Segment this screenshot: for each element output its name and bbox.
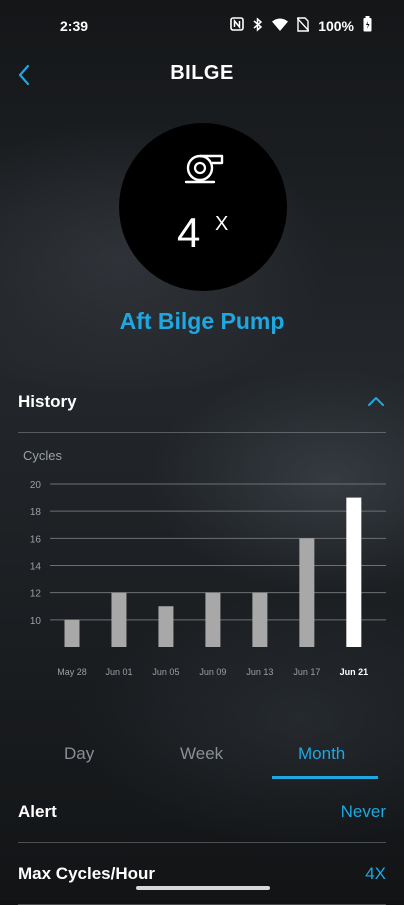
y-tick-label: 18: [30, 507, 42, 518]
gesture-nav-bar[interactable]: [136, 886, 270, 890]
x-tick-label: Jun 01: [105, 667, 132, 677]
x-tick-label: Jun 05: [152, 667, 179, 677]
period-tabs: Day Week Month: [18, 738, 386, 782]
max-cycles-value[interactable]: 4X: [365, 864, 386, 884]
active-tab-indicator: [272, 776, 378, 779]
cycle-counter: 4 X: [119, 123, 287, 291]
alert-setting-row[interactable]: Alert Never: [18, 798, 386, 843]
history-chart-svg: Cycles 10 12 14 16 18 20 May 28 Jun 01 Jun 05 Ju…: [23, 448, 386, 677]
bluetooth-icon: [253, 16, 263, 35]
x-tick-label: Jun 21: [340, 667, 369, 677]
tab-day[interactable]: Day: [64, 744, 94, 764]
y-axis-label: Cycles: [23, 448, 63, 463]
bar-may-28[interactable]: [64, 619, 80, 647]
history-title: History: [18, 392, 77, 411]
y-tick-label: 10: [30, 616, 42, 627]
x-tick-label: May 28: [57, 667, 87, 677]
nfc-icon: [230, 17, 244, 34]
chevron-up-icon[interactable]: [366, 392, 386, 417]
cycle-count-suffix: X: [215, 213, 229, 235]
battery-percent: 100%: [318, 17, 354, 34]
bar-jun-09[interactable]: [205, 592, 221, 647]
wifi-icon: [272, 18, 289, 34]
bar-jun-01[interactable]: [111, 592, 127, 647]
bar-jun-21[interactable]: [346, 497, 362, 647]
x-tick-label: Jun 13: [246, 667, 273, 677]
alert-label: Alert: [18, 802, 57, 821]
tab-month[interactable]: Month: [298, 744, 345, 764]
y-tick-label: 14: [30, 562, 42, 573]
y-tick-label: 20: [30, 480, 42, 491]
device-name: Aft Bilge Pump: [119, 308, 285, 334]
top-bar: BILGE: [0, 52, 404, 98]
battery-charging-icon: [363, 16, 372, 35]
status-bar: 2:39 100%: [0, 0, 404, 52]
chart-x-ticks: May 28 Jun 01 Jun 05 Jun 09 Jun 13 Jun 17 Jun …: [57, 667, 368, 677]
max-cycles-label: Max Cycles/Hour: [18, 864, 155, 883]
history-section-header[interactable]: History: [18, 386, 386, 433]
chart-bars: [64, 497, 362, 647]
status-time: 2:39: [60, 18, 89, 34]
status-icons: 100%: [230, 16, 372, 35]
bar-jun-05[interactable]: [158, 606, 174, 647]
cycle-count-value: 4: [177, 209, 201, 256]
no-sim-icon: [296, 16, 310, 35]
alert-value[interactable]: Never: [341, 802, 386, 822]
bar-jun-17[interactable]: [299, 538, 315, 647]
y-tick-label: 12: [30, 589, 42, 600]
x-tick-label: Jun 09: [199, 667, 226, 677]
page-title: BILGE: [170, 62, 234, 84]
history-chart: Cycles 10 12 14 16 18 20 May 28 Jun 01 Jun 05 Ju…: [0, 440, 404, 690]
bilge-pump-icon: [183, 151, 225, 190]
x-tick-label: Jun 17: [293, 667, 320, 677]
bar-jun-13[interactable]: [252, 592, 268, 647]
y-tick-label: 16: [30, 534, 42, 545]
tab-week[interactable]: Week: [180, 744, 223, 764]
max-cycles-setting-row[interactable]: Max Cycles/Hour 4X: [18, 860, 386, 905]
